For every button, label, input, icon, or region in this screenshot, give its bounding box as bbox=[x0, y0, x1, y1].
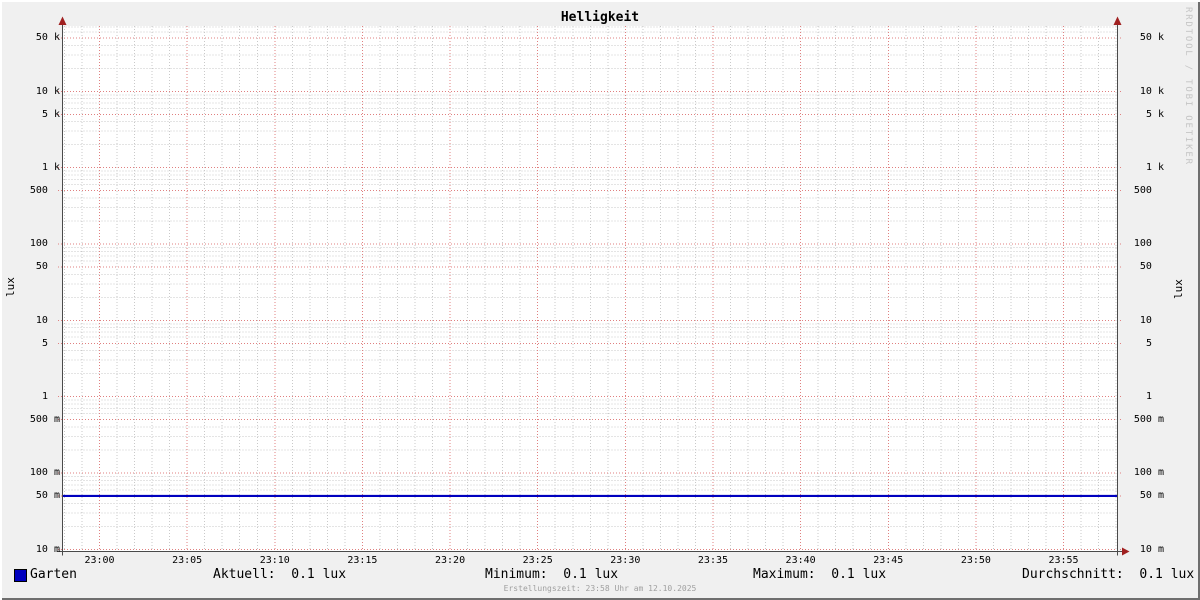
x-tick-label: 23:45 bbox=[873, 555, 904, 566]
y-tick-label-left: 1 bbox=[41, 391, 60, 403]
series-color-swatch bbox=[14, 569, 27, 582]
y-tick-label-left: 50 k bbox=[35, 32, 60, 44]
y-tick-label-right: 50 m bbox=[1139, 490, 1164, 502]
y-axis-unit-left: lux bbox=[4, 277, 17, 297]
y-tick-label-right: 5 k bbox=[1145, 108, 1164, 120]
x-tick-label: 23:05 bbox=[172, 555, 203, 566]
y-tick-label-right: 50 k bbox=[1139, 32, 1164, 44]
y-tick-label-right: 10 m bbox=[1139, 543, 1164, 555]
x-tick-label: 23:20 bbox=[434, 555, 466, 566]
rrdtool-graph: Helligkeit lux lux RRDTOOL / TOBI OETIKE… bbox=[0, 0, 1200, 600]
y-tick-label-right: 50 bbox=[1139, 261, 1164, 273]
y-tick-label-right: 500 bbox=[1133, 185, 1164, 197]
y-tick-label-right: 10 k bbox=[1139, 85, 1164, 97]
y-tick-label-left: 50 m bbox=[35, 490, 60, 502]
x-tick-label: 23:15 bbox=[347, 555, 378, 566]
x-tick-label: 23:35 bbox=[697, 555, 729, 566]
y-tick-label-left: 5 bbox=[41, 337, 60, 349]
x-tick-label: 23:30 bbox=[610, 555, 641, 566]
y-tick-label-right: 100 bbox=[1133, 238, 1164, 250]
legend-stat-aktuell: Aktuell: 0.1 lux bbox=[213, 567, 347, 582]
y-tick-label-left: 50 bbox=[35, 261, 60, 273]
y-tick-label-right: 1 bbox=[1145, 391, 1164, 403]
x-tick-label: 23:50 bbox=[960, 555, 991, 566]
x-tick-label: 23:55 bbox=[1048, 555, 1079, 566]
legend-stat-maximum: Maximum: 0.1 lux bbox=[753, 567, 887, 582]
y-tick-label-right: 100 m bbox=[1133, 467, 1164, 479]
y-tick-label-left: 10 k bbox=[35, 85, 60, 97]
y-tick-label-left: 500 bbox=[29, 185, 60, 197]
creation-time: Erstellungszeit: 23:58 Uhr am 12.10.2025 bbox=[503, 584, 697, 593]
y-tick-label-left: 100 bbox=[29, 238, 60, 250]
x-tick-label: 23:00 bbox=[84, 555, 115, 566]
y-tick-label-left: 1 k bbox=[41, 162, 60, 174]
x-tick-label: 23:40 bbox=[785, 555, 816, 566]
y-tick-label-right: 1 k bbox=[1145, 162, 1164, 174]
legend-stat-minimum: Minimum: 0.1 lux bbox=[485, 567, 619, 582]
y-tick-label-right: 500 m bbox=[1133, 414, 1164, 426]
y-tick-label-right: 10 bbox=[1139, 314, 1164, 326]
legend-stat-durchschnitt: Durchschnitt: 0.1 lux bbox=[1022, 567, 1195, 582]
x-tick-label: 23:25 bbox=[522, 555, 553, 566]
legend-series-label: Garten bbox=[30, 567, 77, 582]
plot-area bbox=[57, 16, 1130, 556]
y-tick-label-left: 10 bbox=[35, 314, 60, 326]
y-tick-label-right: 5 bbox=[1145, 337, 1164, 349]
y-tick-label-left: 5 k bbox=[41, 108, 60, 120]
rrdtool-watermark: RRDTOOL / TOBI OETIKER bbox=[1183, 7, 1193, 166]
y-tick-label-left: 500 m bbox=[29, 414, 60, 426]
y-tick-label-left: 100 m bbox=[29, 467, 60, 479]
y-tick-label-left: 10 m bbox=[35, 543, 60, 555]
x-tick-label: 23:10 bbox=[259, 555, 290, 566]
y-axis-unit-right: lux bbox=[1172, 279, 1185, 299]
